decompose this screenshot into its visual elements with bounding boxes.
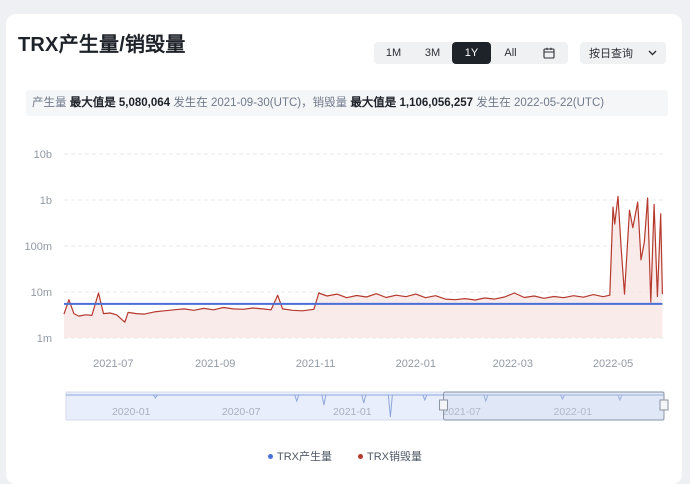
y-tick-label: 100m bbox=[24, 241, 52, 253]
legend-burn-label: TRX销毁量 bbox=[367, 451, 422, 463]
legend-production-dot bbox=[268, 453, 273, 459]
x-tick-label: 2022-01 bbox=[396, 358, 436, 370]
navigator-tick-label: 2020-01 bbox=[112, 406, 151, 418]
x-tick-label: 2021-07 bbox=[93, 358, 133, 370]
navigator-tick-label: 2020-07 bbox=[222, 406, 261, 418]
x-tick-label: 2021-11 bbox=[296, 358, 336, 370]
legend-burn-dot bbox=[358, 453, 363, 459]
legend-item-production[interactable]: TRX产生量 bbox=[268, 448, 332, 464]
chart-legend: TRX产生量 TRX销毁量 bbox=[0, 448, 690, 464]
legend-item-burn[interactable]: TRX销毁量 bbox=[358, 448, 422, 464]
x-tick-label: 2021-09 bbox=[195, 358, 235, 370]
y-tick-label: 1b bbox=[40, 195, 52, 207]
navigator-handle-right[interactable] bbox=[659, 399, 669, 411]
log-line-chart: 1m 10m 100m 1b 10b 2021-07 2021-09 2021-11 2022-… bbox=[24, 149, 669, 421]
y-tick-label: 10m bbox=[31, 287, 52, 299]
y-tick-label: 10b bbox=[34, 149, 52, 161]
x-tick-label: 2022-05 bbox=[593, 358, 633, 370]
x-tick-label: 2022-03 bbox=[493, 358, 533, 370]
navigator-handle-left[interactable] bbox=[439, 399, 449, 411]
burn-area bbox=[64, 196, 663, 338]
navigator-selection bbox=[443, 391, 665, 421]
y-tick-label: 1m bbox=[37, 333, 52, 345]
legend-production-label: TRX产生量 bbox=[277, 451, 332, 463]
navigator-tick-label: 2021-01 bbox=[333, 406, 372, 418]
